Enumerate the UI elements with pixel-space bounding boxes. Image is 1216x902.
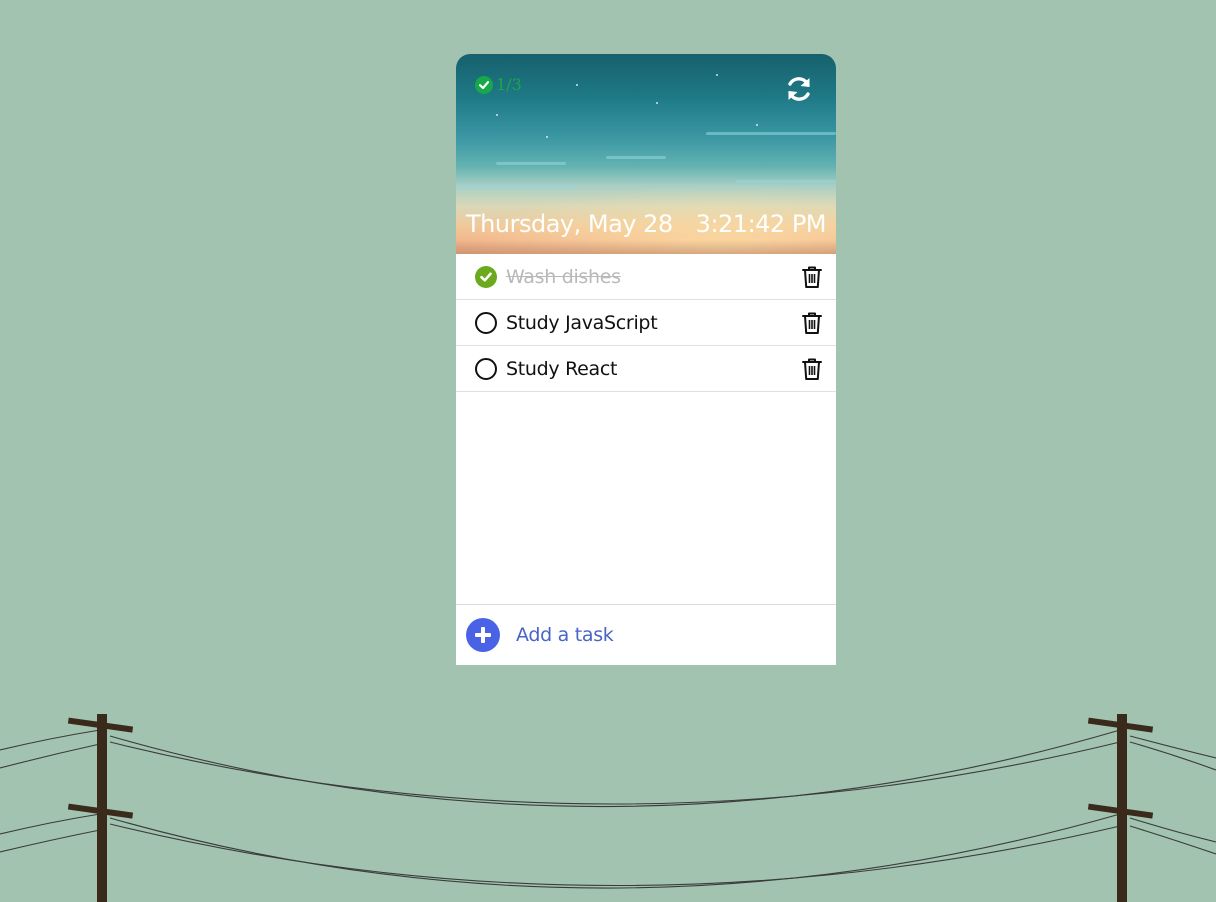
add-task-button[interactable]: Add a task xyxy=(516,624,614,646)
decor-star xyxy=(576,84,578,86)
trash-icon[interactable] xyxy=(801,265,823,289)
completed-counter: 1/3 xyxy=(475,75,522,94)
refresh-icon[interactable] xyxy=(784,74,814,104)
trash-icon[interactable] xyxy=(801,357,823,381)
task-item: Study React xyxy=(456,346,836,392)
decor-cloud xyxy=(736,180,836,183)
empty-circle-icon[interactable] xyxy=(475,311,497,334)
todo-card: 1/3 Thursday, May 28 3:21:42 PM Wash dis… xyxy=(456,54,836,665)
decor-star xyxy=(656,102,658,104)
check-circle-icon xyxy=(475,75,493,94)
plus-circle-icon[interactable] xyxy=(466,618,500,652)
task-label: Study React xyxy=(506,357,618,380)
decor-cloud xyxy=(706,132,836,135)
task-label: Study JavaScript xyxy=(506,311,658,334)
trash-icon[interactable] xyxy=(801,311,823,335)
decor-star xyxy=(546,136,548,138)
check-circle-icon[interactable] xyxy=(475,265,497,288)
task-item: Wash dishes xyxy=(456,254,836,300)
decor-cloud xyxy=(496,162,566,165)
task-item: Study JavaScript xyxy=(456,300,836,346)
current-time: 3:21:42 PM xyxy=(695,210,827,238)
current-date: Thursday, May 28 xyxy=(466,210,673,238)
task-list: Wash dishes Study JavaScript Study React xyxy=(456,254,836,392)
counter-text: 1/3 xyxy=(496,75,522,94)
add-task-bar: Add a task xyxy=(456,604,836,665)
decor-cloud xyxy=(606,156,666,159)
task-label: Wash dishes xyxy=(506,265,621,288)
decor-star xyxy=(756,124,758,126)
decor-star xyxy=(716,74,718,76)
decor-star xyxy=(496,114,498,116)
empty-circle-icon[interactable] xyxy=(475,357,497,380)
header-banner: 1/3 Thursday, May 28 3:21:42 PM xyxy=(456,54,836,254)
treeline xyxy=(456,240,836,254)
